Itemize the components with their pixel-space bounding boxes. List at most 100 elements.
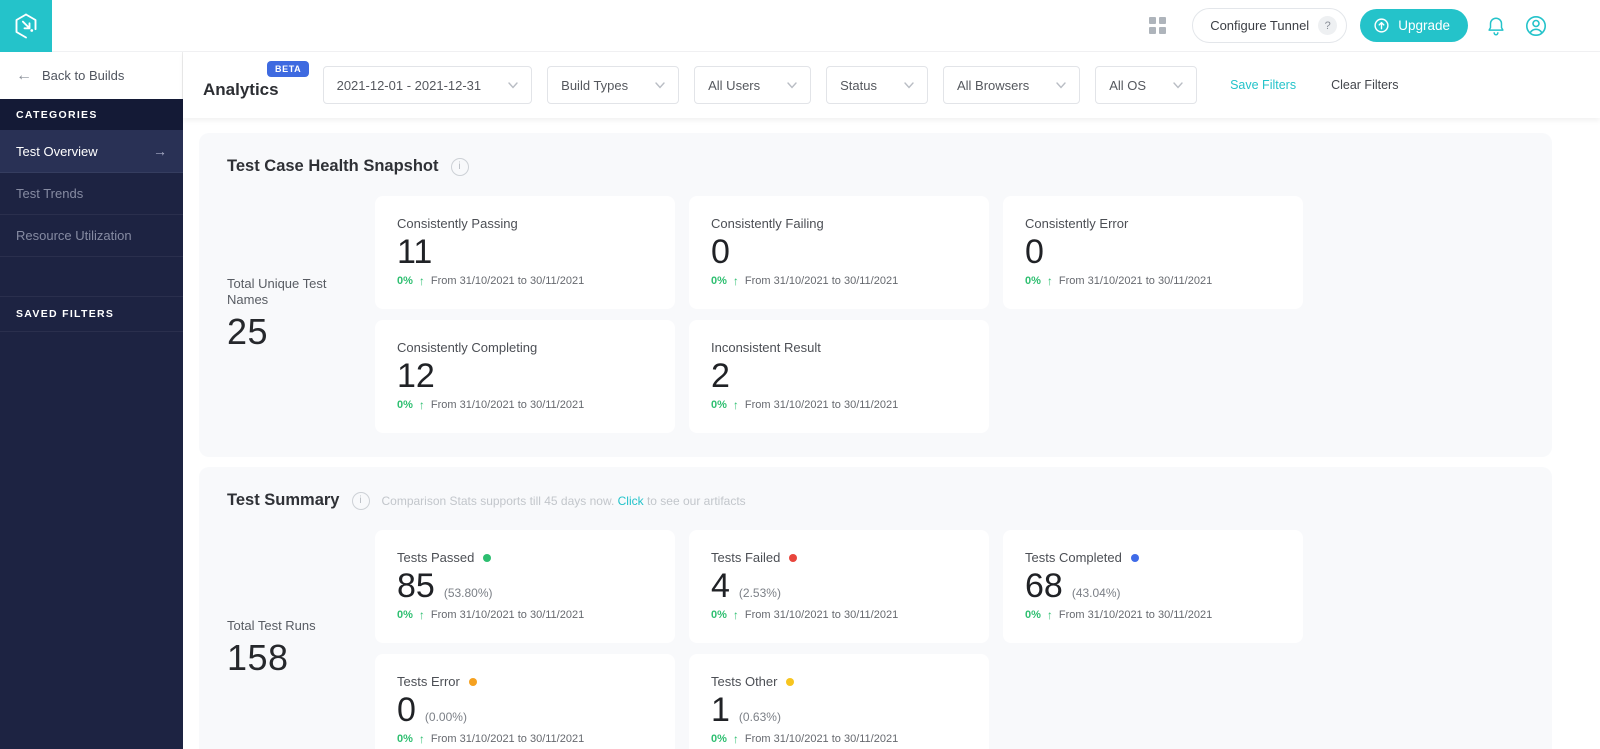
summary-note: Comparison Stats supports till 45 days n… <box>382 494 746 508</box>
apps-grid-icon[interactable] <box>1149 17 1166 34</box>
test-case-health-snapshot-panel: Test Case Health Snapshot i Total Unique… <box>199 133 1552 457</box>
os-dropdown[interactable]: All OS <box>1095 66 1197 104</box>
date-range-note: From 31/10/2021 to 30/11/2021 <box>745 609 898 621</box>
date-range-note: From 31/10/2021 to 30/11/2021 <box>745 399 898 411</box>
trend-up-icon: ↑ <box>1047 608 1053 622</box>
summary-note-rest: to see our artifacts <box>647 494 746 508</box>
topbar-right-cluster: Configure Tunnel ? Upgrade <box>1149 8 1600 43</box>
card-label: Tests Other <box>711 674 777 689</box>
card-value: 12 <box>397 356 435 397</box>
date-range-dropdown[interactable]: 2021-12-01 - 2021-12-31 <box>323 66 533 104</box>
delta-percent: 0% <box>397 733 413 745</box>
sidebar-item-test-trends[interactable]: Test Trends <box>0 173 183 215</box>
card-label: Tests Error <box>397 674 460 689</box>
trend-up-icon: ↑ <box>733 398 739 412</box>
build-types-dropdown[interactable]: Build Types <box>547 66 679 104</box>
status-dropdown[interactable]: Status <box>826 66 928 104</box>
summary-total: Total Test Runs 158 <box>227 618 375 679</box>
info-icon[interactable]: i <box>352 492 370 510</box>
categories-heading: CATEGORIES <box>0 99 183 130</box>
logo-cube-icon <box>11 11 41 41</box>
summary-note-text: Comparison Stats supports till 45 days n… <box>382 494 615 508</box>
upgrade-button[interactable]: Upgrade <box>1360 9 1468 42</box>
date-range-note: From 31/10/2021 to 30/11/2021 <box>431 609 584 621</box>
chevron-down-icon <box>508 82 518 89</box>
browsers-dropdown[interactable]: All Browsers <box>943 66 1080 104</box>
card-percentage: (53.80%) <box>444 586 493 600</box>
sidebar-item-label: Test Overview <box>16 144 98 159</box>
lambdatest-logo[interactable] <box>0 0 52 52</box>
user-avatar-icon[interactable] <box>1524 14 1548 38</box>
notifications-bell-icon[interactable] <box>1485 15 1507 37</box>
stat-card-tests-completed: Tests Completed 68 (43.04%) 0% ↑ From 31… <box>1003 530 1303 643</box>
card-value: 68 <box>1025 566 1063 607</box>
card-value: 2 <box>711 356 730 397</box>
stat-card-inconsistent-result: Inconsistent Result 2 0% ↑ From 31/10/20… <box>689 320 989 433</box>
stat-card-consistently-passing: Consistently Passing 11 0% ↑ From 31/10/… <box>375 196 675 309</box>
clear-filters-link[interactable]: Clear Filters <box>1331 78 1398 92</box>
build-types-value: Build Types <box>561 78 628 93</box>
status-dot-other <box>786 678 794 686</box>
sidebar-item-label: Resource Utilization <box>16 228 132 243</box>
date-range-note: From 31/10/2021 to 30/11/2021 <box>745 733 898 745</box>
stat-card-tests-passed: Tests Passed 85 (53.80%) 0% ↑ From 31/10… <box>375 530 675 643</box>
trend-up-icon: ↑ <box>419 274 425 288</box>
save-filters-link[interactable]: Save Filters <box>1230 78 1296 92</box>
status-dot-completed <box>1131 554 1139 562</box>
beta-badge: BETA <box>267 61 309 77</box>
configure-tunnel-button[interactable]: Configure Tunnel ? <box>1192 8 1347 43</box>
chevron-down-icon <box>655 82 665 89</box>
card-value: 0 <box>397 690 416 731</box>
date-range-note: From 31/10/2021 to 30/11/2021 <box>431 733 584 745</box>
date-range-note: From 31/10/2021 to 30/11/2021 <box>431 275 584 287</box>
configure-tunnel-label: Configure Tunnel <box>1210 18 1309 33</box>
app-body: ← Back to Builds CATEGORIES Test Overvie… <box>0 52 1600 749</box>
info-icon[interactable]: i <box>451 158 469 176</box>
users-dropdown[interactable]: All Users <box>694 66 811 104</box>
os-value: All OS <box>1109 78 1146 93</box>
content-area: Test Case Health Snapshot i Total Unique… <box>183 118 1600 749</box>
card-percentage: (2.53%) <box>739 586 781 600</box>
sidebar-item-resource-utilization[interactable]: Resource Utilization <box>0 215 183 257</box>
help-icon[interactable]: ? <box>1318 16 1337 35</box>
back-to-builds-link[interactable]: ← Back to Builds <box>0 52 183 99</box>
trend-up-icon: ↑ <box>733 732 739 746</box>
stat-card-consistently-error: Consistently Error 0 0% ↑ From 31/10/202… <box>1003 196 1303 309</box>
users-value: All Users <box>708 78 760 93</box>
artifacts-click-link[interactable]: Click <box>618 494 644 508</box>
chevron-down-icon <box>1056 82 1066 89</box>
stat-card-consistently-completing: Consistently Completing 12 0% ↑ From 31/… <box>375 320 675 433</box>
date-range-value: 2021-12-01 - 2021-12-31 <box>337 78 482 93</box>
stat-card-tests-failed: Tests Failed 4 (2.53%) 0% ↑ From 31/10/2… <box>689 530 989 643</box>
status-dot-error <box>469 678 477 686</box>
back-to-builds-label: Back to Builds <box>42 68 124 83</box>
chevron-down-icon <box>904 82 914 89</box>
snapshot-total: Total Unique Test Names 25 <box>227 276 375 354</box>
upgrade-label: Upgrade <box>1398 18 1450 33</box>
arrow-right-icon: → <box>153 143 167 159</box>
card-percentage: (0.00%) <box>425 710 467 724</box>
trend-up-icon: ↑ <box>733 608 739 622</box>
stat-card-consistently-failing: Consistently Failing 0 0% ↑ From 31/10/2… <box>689 196 989 309</box>
card-label: Inconsistent Result <box>711 340 821 355</box>
card-label: Consistently Error <box>1025 216 1128 231</box>
summary-total-value: 158 <box>227 637 375 679</box>
sidebar-item-test-overview[interactable]: Test Overview → <box>0 130 183 173</box>
sidebar-item-label: Test Trends <box>16 186 83 201</box>
snapshot-cards: Consistently Passing 11 0% ↑ From 31/10/… <box>375 196 1303 433</box>
trend-up-icon: ↑ <box>419 608 425 622</box>
trend-up-icon: ↑ <box>1047 274 1053 288</box>
trend-up-icon: ↑ <box>419 732 425 746</box>
delta-percent: 0% <box>1025 609 1041 621</box>
sidebar-nav: CATEGORIES Test Overview → Test Trends R… <box>0 99 183 749</box>
trend-up-icon: ↑ <box>419 398 425 412</box>
top-bar: Configure Tunnel ? Upgrade <box>0 0 1600 52</box>
delta-percent: 0% <box>711 275 727 287</box>
chevron-down-icon <box>1173 82 1183 89</box>
card-value: 0 <box>1025 232 1044 273</box>
delta-percent: 0% <box>397 275 413 287</box>
snapshot-total-label: Total Unique Test Names <box>227 276 339 309</box>
card-percentage: (0.63%) <box>739 710 781 724</box>
stat-card-tests-error: Tests Error 0 (0.00%) 0% ↑ From 31/10/20… <box>375 654 675 749</box>
back-arrow-icon: ← <box>16 68 32 84</box>
